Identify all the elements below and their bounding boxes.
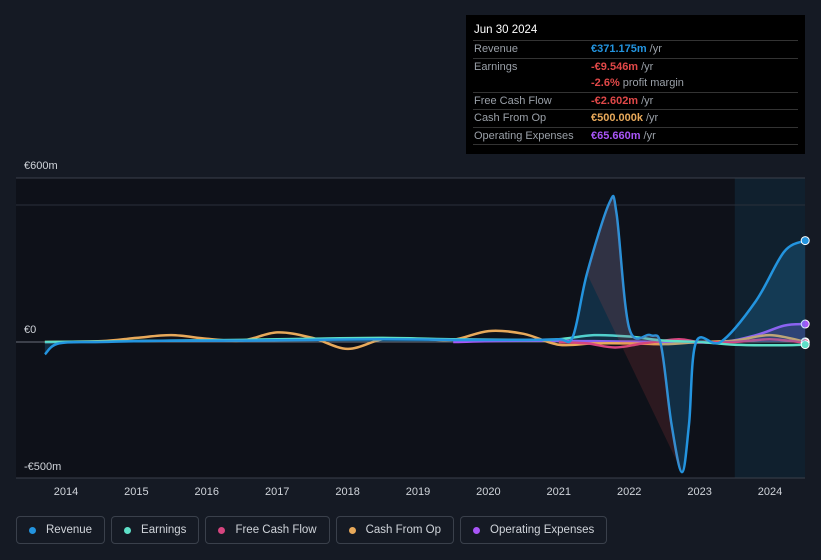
x-tick-label: 2022 xyxy=(617,486,641,498)
legend-label: Free Cash Flow xyxy=(235,524,317,536)
x-tick-label: 2018 xyxy=(335,486,359,498)
legend-label: Earnings xyxy=(141,524,187,536)
tooltip-row: Cash From Op €500.000k/yr xyxy=(473,110,798,128)
legend-item-revenue[interactable]: Revenue xyxy=(16,516,106,544)
y-tick-label: €0 xyxy=(24,324,36,336)
y-tick-label: €600m xyxy=(24,160,58,172)
y-tick-label: -€500m xyxy=(24,461,61,473)
legend: Revenue Earnings Free Cash Flow Cash From O… xyxy=(16,516,608,544)
x-tick-label: 2015 xyxy=(124,486,148,498)
tooltip-date: Jun 30 2024 xyxy=(473,23,798,41)
legend-item-cash-from-op[interactable]: Cash From Op xyxy=(335,516,455,544)
legend-dot-icon xyxy=(473,526,481,534)
tooltip-unit: /yr xyxy=(643,129,656,142)
tooltip-value: -2.6% xyxy=(591,77,620,89)
legend-item-free-cash-flow[interactable]: Free Cash Flow xyxy=(205,516,330,544)
x-tick-label: 2019 xyxy=(406,486,430,498)
legend-dot-icon xyxy=(348,526,356,534)
tooltip-unit: profit margin xyxy=(622,77,684,89)
x-tick-label: 2017 xyxy=(265,486,289,498)
tooltip-label: Cash From Op xyxy=(474,112,547,124)
tooltip-label: Operating Expenses xyxy=(474,129,574,142)
tooltip: Jun 30 2024 Revenue €371.175m/yr Earnings -… xyxy=(466,15,805,154)
tooltip-unit: /yr xyxy=(646,112,659,124)
tooltip-row: Free Cash Flow -€2.602m/yr xyxy=(473,93,798,110)
tooltip-label: Earnings xyxy=(474,60,518,73)
tooltip-value: -€2.602m xyxy=(591,94,639,107)
legend-label: Revenue xyxy=(46,524,93,536)
legend-dot-icon xyxy=(124,526,132,534)
legend-item-earnings[interactable]: Earnings xyxy=(111,516,200,544)
x-tick-label: 2024 xyxy=(758,486,782,498)
tooltip-unit: /yr xyxy=(641,60,654,73)
tooltip-row: Operating Expenses €65.660m/yr xyxy=(473,128,798,145)
legend-item-operating-expenses[interactable]: Operating Expenses xyxy=(460,516,608,544)
tooltip-label xyxy=(473,75,591,92)
tooltip-label: Revenue xyxy=(474,43,519,55)
revenue-endpoint xyxy=(800,236,810,246)
tooltip-label: Free Cash Flow xyxy=(474,94,552,107)
tooltip-value: €500.000k xyxy=(591,112,643,124)
tooltip-unit: /yr xyxy=(641,94,654,107)
x-tick-label: 2014 xyxy=(54,486,78,498)
legend-dot-icon xyxy=(218,526,226,534)
tooltip-row: Revenue €371.175m/yr xyxy=(473,41,798,59)
tooltip-row: -2.6% profit margin xyxy=(473,75,798,93)
tooltip-value: €65.660m xyxy=(591,129,641,142)
tooltip-value: €371.175m xyxy=(591,43,647,55)
tooltip-unit: /yr xyxy=(649,43,662,55)
legend-dot-icon xyxy=(29,526,36,534)
legend-label: Operating Expenses xyxy=(490,524,595,536)
x-tick-label: 2020 xyxy=(476,486,500,498)
tooltip-row: Earnings -€9.546m/yr xyxy=(473,59,798,76)
legend-label: Cash From Op xyxy=(365,524,442,536)
x-tick-label: 2016 xyxy=(195,486,219,498)
x-tick-label: 2021 xyxy=(547,486,571,498)
tooltip-value: -€9.546m xyxy=(591,60,639,73)
x-tick-label: 2023 xyxy=(687,486,711,498)
